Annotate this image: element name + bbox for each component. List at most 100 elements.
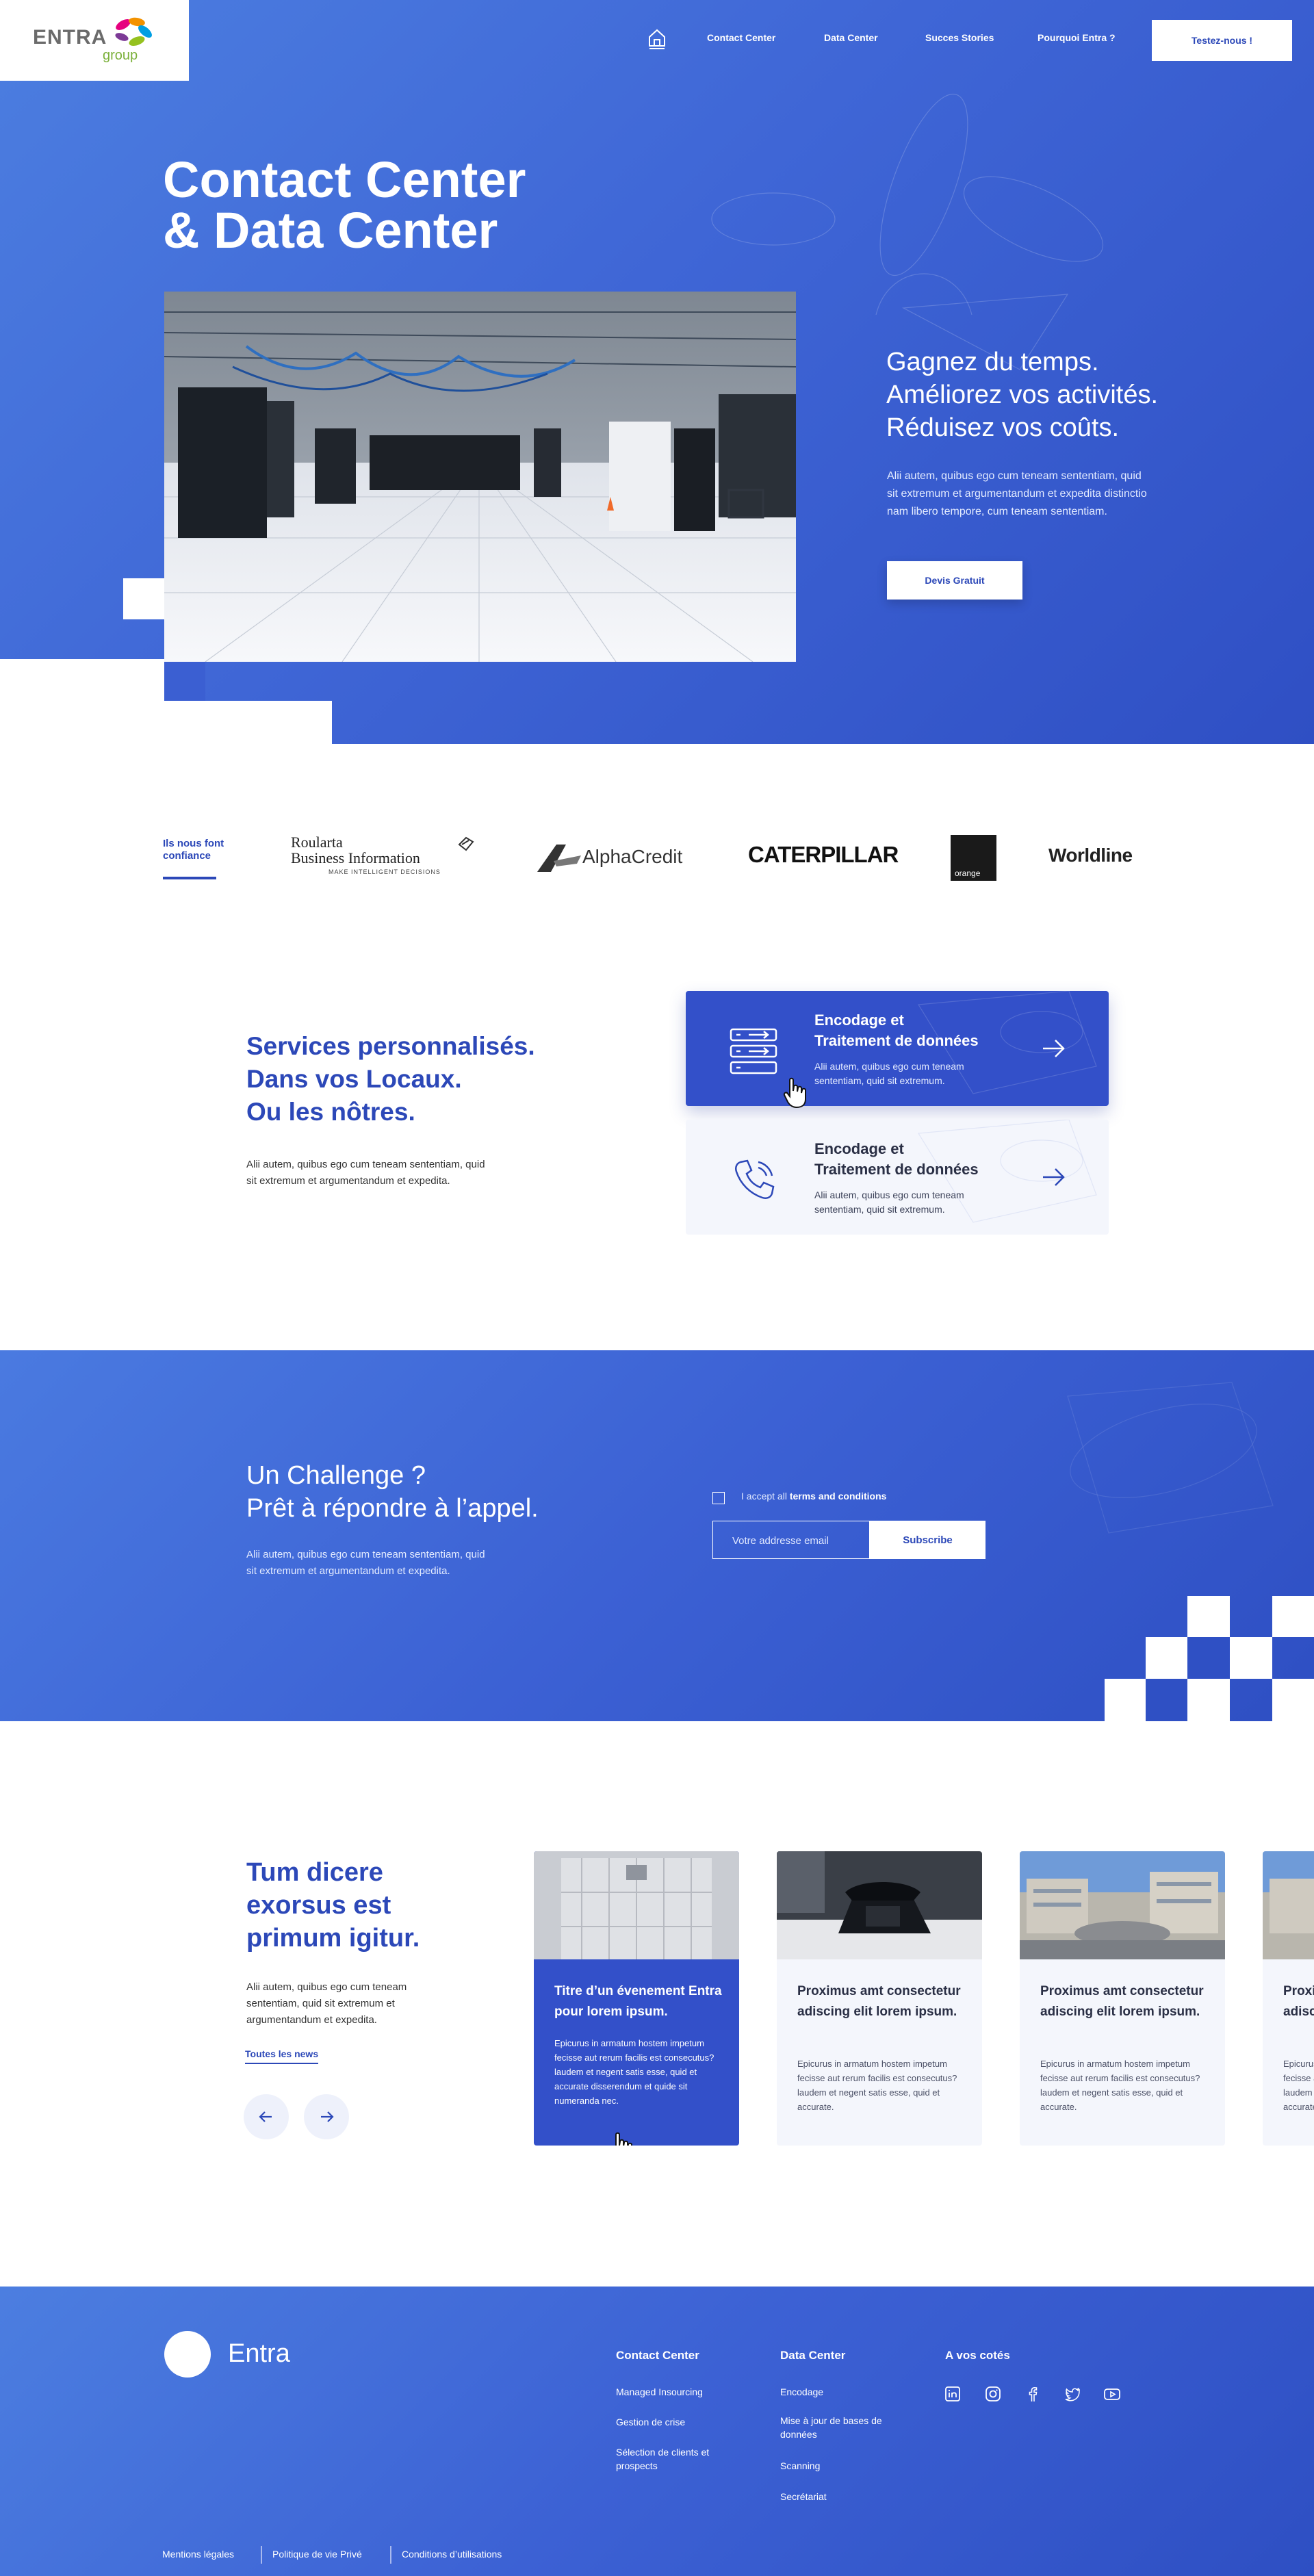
logo-wordmark: ENTRA xyxy=(33,26,107,49)
footer-link[interactable]: Encodage xyxy=(780,2385,897,2399)
news-title: Tum dicere exorsus est primum igitur. xyxy=(246,1856,465,1955)
alphacredit-wordmark: AlphaCredit xyxy=(582,846,683,867)
testez-nous-button[interactable]: Testez-nous ! xyxy=(1152,20,1292,61)
subscribe-button[interactable]: Subscribe xyxy=(870,1521,985,1559)
news-campus-photo xyxy=(1263,1851,1314,1959)
challenge-title: Un Challenge ? Prêt à répondre à l’appel… xyxy=(246,1459,630,1525)
footer-link[interactable]: Sélection de clients et prospects xyxy=(616,2445,725,2473)
hero-description: Alii autem, quibus ego cum teneam senten… xyxy=(887,470,1147,517)
news-card-text: Epicurus in armatum hostem impetum fecis… xyxy=(1283,2059,1314,2112)
footer-logo-circle[interactable] xyxy=(164,2331,211,2378)
roularta-mark-icon xyxy=(458,836,474,851)
roularta-line-3: MAKE INTELLIGENT DECISIONS xyxy=(328,868,441,875)
email-input[interactable]: Votre addresse email xyxy=(712,1521,870,1559)
service-card-title: Encodage et Traitement de données xyxy=(814,1010,1033,1051)
clients-label: Ils nous font confiance xyxy=(163,838,238,862)
service-card-text: Alii autem, quibus ego cum teneam senten… xyxy=(814,1189,964,1215)
hero-title: Contact Center & Data Center xyxy=(163,155,642,256)
services-title-line-3: Ou les nôtres. xyxy=(246,1098,415,1126)
service-card-active[interactable]: Encodage et Traitement de données Alii a… xyxy=(686,991,1109,1109)
prev-button[interactable] xyxy=(244,2094,289,2139)
nav-contact-center[interactable]: Contact Center xyxy=(707,32,775,43)
footer-brand: Entra xyxy=(228,2339,290,2368)
nav-succes-stories[interactable]: Succes Stories xyxy=(925,32,994,43)
legal-link-conditions[interactable]: Conditions d’utilisations xyxy=(402,2549,502,2560)
youtube-icon[interactable] xyxy=(1103,2384,1122,2404)
footer-link[interactable]: Gestion de crise xyxy=(616,2415,732,2429)
footer-link[interactable]: Mise à jour de bases de données xyxy=(780,2414,893,2441)
arrow-left-icon xyxy=(259,2111,272,2122)
service-card-text: Alii autem, quibus ego cum teneam senten… xyxy=(814,1061,964,1086)
decorative-square xyxy=(123,578,164,619)
logo-subtext: group xyxy=(103,48,138,63)
legal-link-mentions[interactable]: Mentions légales xyxy=(162,2549,234,2560)
services-description: Alii autem, quibus ego cum teneam senten… xyxy=(246,1159,485,1187)
nav-pourquoi-entra[interactable]: Pourquoi Entra ? xyxy=(1038,32,1116,43)
decorative-square xyxy=(1230,1637,1272,1679)
services-title-line-2: Dans vos Locaux. xyxy=(246,1065,462,1093)
news-building-photo xyxy=(534,1851,739,1959)
home-icon[interactable] xyxy=(647,27,667,49)
devis-gratuit-button[interactable]: Devis Gratuit xyxy=(887,561,1022,600)
instagram-icon[interactable] xyxy=(983,2384,1003,2404)
tagline-line-3: Réduisez vos coûts. xyxy=(886,413,1120,442)
logo-petals-icon xyxy=(115,17,152,46)
decorative-square xyxy=(164,659,205,701)
footer-link[interactable]: Scanning xyxy=(780,2459,897,2473)
tagline-line-2: Améliorez vos activités. xyxy=(886,381,1159,409)
decorative-square xyxy=(1105,1679,1146,1721)
news-card[interactable]: Proximus amt consectetur adiscing elit l… xyxy=(1263,1851,1314,2146)
decorative-square xyxy=(1272,1679,1314,1721)
decorative-square xyxy=(1187,1596,1230,1637)
hand-cursor-icon xyxy=(615,2132,632,2146)
logo-container[interactable]: ENTRA group xyxy=(0,0,189,81)
decorative-square xyxy=(1187,1637,1230,1679)
arrow-right-icon xyxy=(321,2111,334,2122)
next-button[interactable] xyxy=(304,2094,349,2139)
decorative-square xyxy=(1146,1679,1187,1721)
linkedin-icon[interactable] xyxy=(943,2384,962,2404)
arrow-right-icon[interactable] xyxy=(1040,1035,1068,1062)
logo-worldline: Worldline xyxy=(1048,845,1133,866)
footer-link[interactable]: Managed Insourcing xyxy=(616,2385,732,2399)
terms-label[interactable]: I accept all terms and conditions xyxy=(741,1491,886,1502)
logo-roularta: Roularta Business Information MAKE INTEL… xyxy=(291,835,476,880)
footer-heading-contact: Contact Center xyxy=(616,2349,699,2362)
logo-caterpillar: CATERPILLAR xyxy=(748,842,899,867)
terms-checkbox[interactable] xyxy=(712,1492,725,1504)
news-card-active[interactable]: Titre d’un évenement Entra pour lorem ip… xyxy=(534,1851,739,2146)
news-card-title: Titre d’un évenement Entra pour lorem ip… xyxy=(554,1984,722,2019)
alphacredit-mark-icon xyxy=(537,845,581,872)
news-card-clip: Proximus amt consectetur adiscing elit l… xyxy=(1263,1851,1314,2146)
all-news-link[interactable]: Toutes les news xyxy=(245,2048,319,2064)
roularta-line-1: Roularta xyxy=(291,834,343,851)
news-card[interactable]: Proximus amt consectetur adiscing elit l… xyxy=(777,1851,982,2146)
news-title-line-2: exorsus est xyxy=(246,1891,391,1920)
news-title-line-1: Tum dicere xyxy=(246,1858,383,1887)
facebook-icon[interactable] xyxy=(1023,2384,1042,2404)
service-card-title: Encodage et Traitement de données xyxy=(814,1139,1033,1180)
news-card-text: Epicurus in armatum hostem impetum fecis… xyxy=(797,2059,957,2112)
arrow-right-icon[interactable] xyxy=(1040,1163,1068,1191)
news-card-text: Epicurus in armatum hostem impetum fecis… xyxy=(1040,2059,1200,2112)
twitter-icon[interactable] xyxy=(1063,2384,1082,2404)
news-campus-photo xyxy=(1020,1851,1225,1959)
service-card[interactable]: Encodage et Traitement de données Alii a… xyxy=(686,1120,1109,1235)
nav-data-center[interactable]: Data Center xyxy=(824,32,878,43)
news-card[interactable]: Proximus amt consectetur adiscing elit l… xyxy=(1020,1851,1225,2146)
legal-separator xyxy=(261,2546,262,2564)
footer-heading-social: A vos cotés xyxy=(945,2349,1010,2362)
hero-tagline: Gagnez du temps. Améliorez vos activités… xyxy=(886,346,1242,444)
services-title-line-1: Services personnalisés. xyxy=(246,1032,535,1060)
terms-link[interactable]: terms and conditions xyxy=(790,1491,887,1502)
legal-link-privacy[interactable]: Politique de vie Privé xyxy=(272,2549,362,2560)
services-title: Services personnalisés. Dans vos Locaux.… xyxy=(246,1030,602,1129)
logo-orange: orange xyxy=(951,835,996,881)
service-card-title-line-2: Traitement de données xyxy=(814,1032,979,1049)
news-card-title: Proximus amt consectetur adiscing elit l… xyxy=(1283,1984,1314,2019)
terms-prefix: I accept all xyxy=(741,1491,790,1502)
footer-link[interactable]: Secrétariat xyxy=(780,2490,897,2503)
news-description: Alii autem, quibus ego cum teneam senten… xyxy=(246,1981,407,2026)
service-card-title-line-2: Traitement de données xyxy=(814,1161,979,1178)
service-card-title-line-1: Encodage et xyxy=(814,1140,904,1157)
